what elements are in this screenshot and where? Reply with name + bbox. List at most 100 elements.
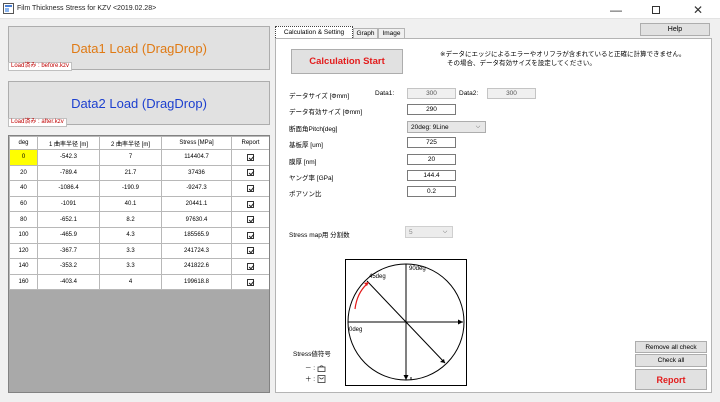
- report-checkbox[interactable]: [247, 278, 254, 286]
- table-row[interactable]: 40 -1086.4 -190.9 -9247.3: [9, 180, 269, 197]
- cell-radius2[interactable]: 7: [99, 149, 162, 166]
- pitch-select[interactable]: 20deg: 9Line ⌵: [407, 121, 486, 133]
- tab-graph[interactable]: Graph: [353, 28, 378, 38]
- cell-deg[interactable]: 100: [9, 226, 38, 244]
- cell-deg[interactable]: 40: [9, 180, 38, 197]
- table-row[interactable]: 140 -353.2 3.3 241822.6: [9, 258, 269, 275]
- cell-radius1[interactable]: -367.7: [37, 242, 100, 260]
- cell-radius1[interactable]: -1086.4: [37, 180, 100, 197]
- cell-radius2[interactable]: 3.3: [99, 242, 162, 260]
- report-checkbox[interactable]: [247, 247, 254, 255]
- label-45deg: 45deg: [369, 274, 386, 280]
- cell-deg[interactable]: 20: [9, 164, 38, 182]
- cell-radius2[interactable]: 3.3: [99, 258, 162, 275]
- report-checkbox[interactable]: [247, 153, 254, 161]
- cell-report[interactable]: [231, 211, 269, 228]
- sign-plus-row: ＋ :: [305, 373, 326, 384]
- tab-image[interactable]: Image: [378, 28, 405, 38]
- table-row[interactable]: 100 -465.9 4.3 185565.9: [9, 226, 269, 244]
- table-row[interactable]: 20 -789.4 21.7 37436: [9, 164, 269, 182]
- report-button[interactable]: Report: [635, 369, 707, 390]
- minimize-button[interactable]: —: [596, 0, 636, 19]
- cell-report[interactable]: [231, 164, 269, 182]
- stress-map-division-label: Stress map用 分割数: [289, 232, 350, 239]
- cell-radius2[interactable]: 40.1: [99, 195, 162, 213]
- report-checkbox[interactable]: [247, 262, 254, 270]
- stress-sign-title: Stress値符号: [293, 351, 331, 358]
- cell-report[interactable]: [231, 258, 269, 275]
- label-90deg: 90deg: [409, 266, 426, 272]
- cell-stress[interactable]: 97630.4: [161, 211, 232, 228]
- cell-radius2[interactable]: 8.2: [99, 211, 162, 228]
- young-modulus-input[interactable]: 144.4: [407, 170, 456, 181]
- cell-deg[interactable]: 140: [9, 258, 38, 275]
- table-row[interactable]: 0 -542.3 7 114404.7: [9, 149, 269, 166]
- valid-size-label: データ有効サイズ [Φmm]: [289, 109, 363, 116]
- film-thickness-input[interactable]: 20: [407, 154, 456, 165]
- report-checkbox[interactable]: [247, 169, 254, 177]
- cell-report[interactable]: [231, 195, 269, 213]
- cell-deg[interactable]: 80: [9, 211, 38, 228]
- table-row[interactable]: 120 -367.7 3.3 241724.3: [9, 242, 269, 260]
- cell-deg[interactable]: 0: [9, 149, 38, 166]
- cell-report[interactable]: [231, 242, 269, 260]
- table-row[interactable]: 80 -652.1 8.2 97630.4: [9, 211, 269, 228]
- cell-radius2[interactable]: 4: [99, 273, 162, 291]
- cell-radius1[interactable]: -403.4: [37, 273, 100, 291]
- sign-plus-label: ＋ :: [305, 376, 316, 383]
- report-checkbox[interactable]: [247, 200, 254, 208]
- cell-deg[interactable]: 160: [9, 273, 38, 291]
- cell-radius2[interactable]: 21.7: [99, 164, 162, 182]
- cell-report[interactable]: [231, 273, 269, 291]
- col-header-deg: deg: [9, 136, 38, 150]
- cell-radius1[interactable]: -353.2: [37, 258, 100, 275]
- cell-stress[interactable]: 241724.3: [161, 242, 232, 260]
- report-checkbox[interactable]: [247, 184, 254, 192]
- cell-radius1[interactable]: -542.3: [37, 149, 100, 166]
- cell-report[interactable]: [231, 180, 269, 197]
- table-row[interactable]: 60 -1091 40.1 20441.1: [9, 195, 269, 213]
- cell-radius1[interactable]: -652.1: [37, 211, 100, 228]
- tab-calculation-setting[interactable]: Calculation & Setting: [275, 26, 353, 38]
- cell-report[interactable]: [231, 226, 269, 244]
- cell-radius1[interactable]: -1091: [37, 195, 100, 213]
- results-grid[interactable]: deg 1 曲率半径 [m] 2 曲率半径 [m] Stress [MPa] R…: [8, 135, 270, 393]
- substrate-thickness-input[interactable]: 725: [407, 137, 456, 148]
- cell-report[interactable]: [231, 149, 269, 166]
- cell-stress[interactable]: 20441.1: [161, 195, 232, 213]
- close-button[interactable]: ✕: [676, 0, 720, 19]
- warning-note: ※データにエッジによるエラーやオリフラが含まれていると正確に計算できません。 そ…: [440, 50, 685, 68]
- concave-shape-icon: [317, 375, 326, 384]
- cell-radius1[interactable]: -789.4: [37, 164, 100, 182]
- report-checkbox[interactable]: [247, 216, 254, 224]
- cell-stress[interactable]: 185565.9: [161, 226, 232, 244]
- cell-stress[interactable]: 114404.7: [161, 149, 232, 166]
- label-0deg: 0deg: [349, 327, 362, 333]
- calculation-start-button[interactable]: Calculation Start: [291, 49, 403, 74]
- data1-file-label: Load済み : before.kzv: [8, 62, 73, 71]
- cell-radius1[interactable]: -465.9: [37, 226, 100, 244]
- remove-all-check-button[interactable]: Remove all check: [635, 341, 707, 353]
- maximize-button[interactable]: [636, 0, 676, 19]
- sign-minus-row: － :: [305, 362, 326, 373]
- warning-line-1: ※データにエッジによるエラーやオリフラが含まれていると正確に計算できません。: [440, 51, 686, 58]
- report-checkbox[interactable]: [247, 231, 254, 239]
- sign-minus-label: － :: [305, 365, 316, 372]
- cell-stress[interactable]: 241822.6: [161, 258, 232, 275]
- check-all-button[interactable]: Check all: [635, 354, 707, 367]
- help-button[interactable]: Help: [640, 23, 710, 36]
- table-row[interactable]: 160 -403.4 4 199618.8: [9, 273, 269, 291]
- cell-deg[interactable]: 60: [9, 195, 38, 213]
- cell-stress[interactable]: 199618.8: [161, 273, 232, 291]
- data-size-label: データサイズ [Φmm]: [289, 93, 350, 100]
- cell-deg[interactable]: 120: [9, 242, 38, 260]
- cell-radius2[interactable]: -190.9: [99, 180, 162, 197]
- cell-stress[interactable]: 37436: [161, 164, 232, 182]
- chevron-down-icon: ⌵: [475, 124, 481, 130]
- stress-map-division-select[interactable]: 5 ⌵: [405, 226, 453, 238]
- cell-radius2[interactable]: 4.3: [99, 226, 162, 244]
- chevron-down-icon: ⌵: [442, 229, 448, 235]
- cell-stress[interactable]: -9247.3: [161, 180, 232, 197]
- valid-size-input[interactable]: 290: [407, 104, 456, 115]
- poisson-ratio-input[interactable]: 0.2: [407, 186, 456, 197]
